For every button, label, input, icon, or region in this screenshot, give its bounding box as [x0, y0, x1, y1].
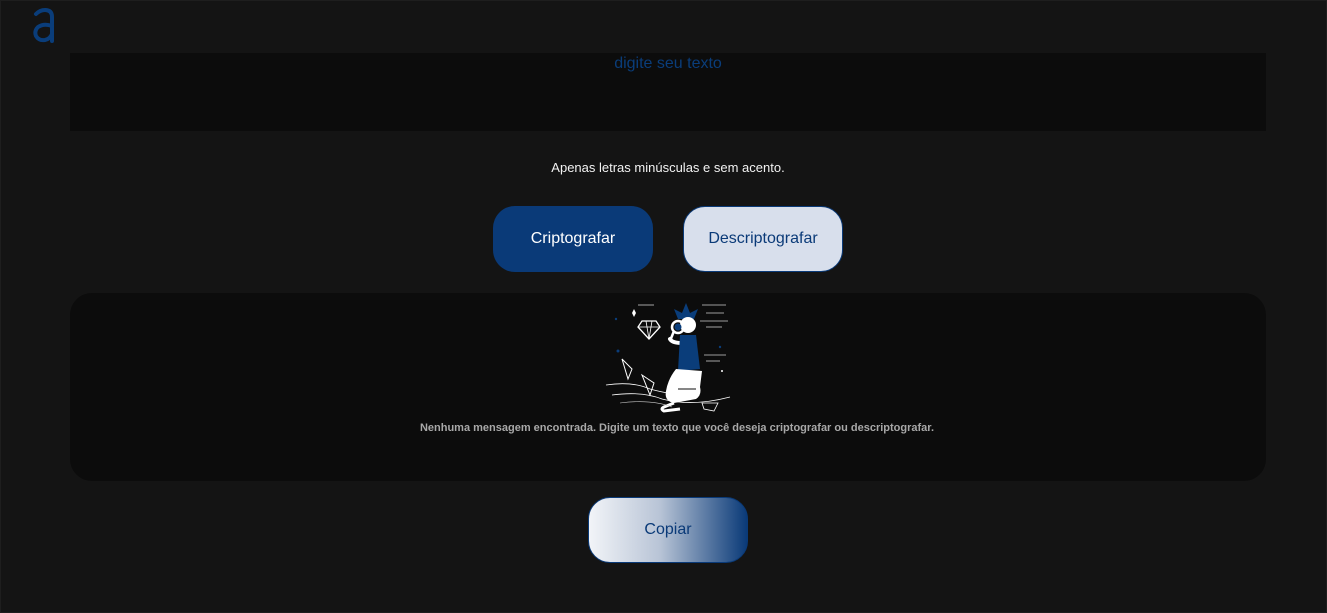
empty-output-message: Nenhuma mensagem encontrada. Digite um t… [419, 422, 935, 434]
input-hint: Apenas letras minúsculas e sem acento. [551, 160, 785, 175]
text-input-area[interactable] [70, 53, 1266, 131]
encrypt-button[interactable]: Criptografar [493, 206, 653, 272]
copy-button[interactable]: Copiar [588, 497, 748, 563]
page: Apenas letras minúsculas e sem acento. C… [0, 0, 1327, 613]
person-with-magnifier-diamond-illustration [605, 303, 731, 413]
decrypt-button[interactable]: Descriptografar [683, 206, 843, 272]
alura-logo-icon[interactable] [32, 8, 58, 44]
message-input[interactable] [70, 53, 1266, 131]
output-panel: Nenhuma mensagem encontrada. Digite um t… [70, 293, 1266, 481]
